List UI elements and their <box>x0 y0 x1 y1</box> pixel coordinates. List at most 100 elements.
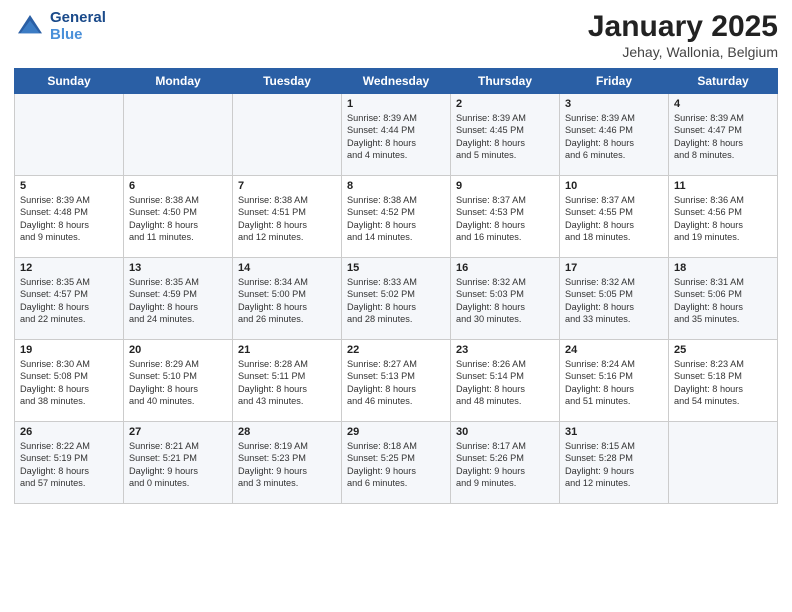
cell-content: Sunrise: 8:32 AM Sunset: 5:05 PM Dayligh… <box>565 276 663 326</box>
calendar-cell: 31 Sunrise: 8:15 AM Sunset: 5:28 PM Dayli… <box>560 422 669 504</box>
day-number: 11 <box>674 180 772 192</box>
calendar-cell: 16 Sunrise: 8:32 AM Sunset: 5:03 PM Dayli… <box>451 258 560 340</box>
week-row-2: 12Sunrise: 8:35 AM Sunset: 4:57 PM Dayli… <box>15 258 778 340</box>
calendar-subtitle: Jehay, Wallonia, Belgium <box>588 44 778 60</box>
title-block: January 2025 Jehay, Wallonia, Belgium <box>588 10 778 60</box>
day-number: 30 <box>456 426 554 438</box>
cell-content: Sunrise: 8:23 AM Sunset: 5:18 PM Dayligh… <box>674 358 772 408</box>
cell-content: Sunrise: 8:31 AM Sunset: 5:06 PM Dayligh… <box>674 276 772 326</box>
calendar-cell: 7Sunrise: 8:38 AM Sunset: 4:51 PM Daylig… <box>233 176 342 258</box>
calendar-cell: 8 Sunrise: 8:38 AM Sunset: 4:52 PM Daylig… <box>342 176 451 258</box>
cell-content: Sunrise: 8:35 AM Sunset: 4:59 PM Dayligh… <box>129 276 227 326</box>
day-number: 28 <box>238 426 336 438</box>
day-number: 10 <box>565 180 663 192</box>
cell-content: Sunrise: 8:18 AM Sunset: 5:25 PM Dayligh… <box>347 440 445 490</box>
cell-content: Sunrise: 8:19 AM Sunset: 5:23 PM Dayligh… <box>238 440 336 490</box>
day-number: 2 <box>456 98 554 110</box>
calendar-cell: 23Sunrise: 8:26 AM Sunset: 5:14 PM Dayli… <box>451 340 560 422</box>
calendar-cell: 12Sunrise: 8:35 AM Sunset: 4:57 PM Dayli… <box>15 258 124 340</box>
week-row-1: 5 Sunrise: 8:39 AM Sunset: 4:48 PM Daylig… <box>15 176 778 258</box>
calendar-cell: 20 Sunrise: 8:29 AM Sunset: 5:10 PM Dayli… <box>124 340 233 422</box>
day-number: 7 <box>238 180 336 192</box>
calendar-cell: 19 Sunrise: 8:30 AM Sunset: 5:08 PM Dayli… <box>15 340 124 422</box>
header-monday: Monday <box>124 69 233 94</box>
calendar-cell: 1 Sunrise: 8:39 AM Sunset: 4:44 PM Daylig… <box>342 94 451 176</box>
cell-content: Sunrise: 8:27 AM Sunset: 5:13 PM Dayligh… <box>347 358 445 408</box>
calendar-cell: 14 Sunrise: 8:34 AM Sunset: 5:00 PM Dayli… <box>233 258 342 340</box>
logo: General Blue <box>14 10 106 43</box>
cell-content: Sunrise: 8:39 AM Sunset: 4:46 PM Dayligh… <box>565 112 663 162</box>
day-number: 23 <box>456 344 554 356</box>
cell-content: Sunrise: 8:37 AM Sunset: 4:53 PM Dayligh… <box>456 194 554 244</box>
cell-content: Sunrise: 8:15 AM Sunset: 5:28 PM Dayligh… <box>565 440 663 490</box>
day-number: 31 <box>565 426 663 438</box>
calendar-cell: 18Sunrise: 8:31 AM Sunset: 5:06 PM Dayli… <box>669 258 778 340</box>
cell-content: Sunrise: 8:39 AM Sunset: 4:47 PM Dayligh… <box>674 112 772 162</box>
calendar-table: Sunday Monday Tuesday Wednesday Thursday… <box>14 68 778 504</box>
calendar-cell: 10Sunrise: 8:37 AM Sunset: 4:55 PM Dayli… <box>560 176 669 258</box>
day-number: 1 <box>347 98 445 110</box>
calendar-cell: 24 Sunrise: 8:24 AM Sunset: 5:16 PM Dayli… <box>560 340 669 422</box>
logo-text: General Blue <box>50 10 106 43</box>
day-number: 27 <box>129 426 227 438</box>
day-number: 14 <box>238 262 336 274</box>
calendar-cell <box>233 94 342 176</box>
cell-content: Sunrise: 8:24 AM Sunset: 5:16 PM Dayligh… <box>565 358 663 408</box>
cell-content: Sunrise: 8:17 AM Sunset: 5:26 PM Dayligh… <box>456 440 554 490</box>
cell-content: Sunrise: 8:39 AM Sunset: 4:48 PM Dayligh… <box>20 194 118 244</box>
day-number: 15 <box>347 262 445 274</box>
day-number: 9 <box>456 180 554 192</box>
day-number: 21 <box>238 344 336 356</box>
calendar-cell: 27 Sunrise: 8:21 AM Sunset: 5:21 PM Dayli… <box>124 422 233 504</box>
header-row: Sunday Monday Tuesday Wednesday Thursday… <box>15 69 778 94</box>
calendar-cell: 6 Sunrise: 8:38 AM Sunset: 4:50 PM Daylig… <box>124 176 233 258</box>
calendar-cell: 5 Sunrise: 8:39 AM Sunset: 4:48 PM Daylig… <box>15 176 124 258</box>
cell-content: Sunrise: 8:39 AM Sunset: 4:45 PM Dayligh… <box>456 112 554 162</box>
day-number: 13 <box>129 262 227 274</box>
calendar-cell: 21 Sunrise: 8:28 AM Sunset: 5:11 PM Dayli… <box>233 340 342 422</box>
cell-content: Sunrise: 8:38 AM Sunset: 4:52 PM Dayligh… <box>347 194 445 244</box>
cell-content: Sunrise: 8:21 AM Sunset: 5:21 PM Dayligh… <box>129 440 227 490</box>
page-container: General Blue January 2025 Jehay, Walloni… <box>0 0 792 612</box>
calendar-cell: 13 Sunrise: 8:35 AM Sunset: 4:59 PM Dayli… <box>124 258 233 340</box>
calendar-cell <box>124 94 233 176</box>
cell-content: Sunrise: 8:33 AM Sunset: 5:02 PM Dayligh… <box>347 276 445 326</box>
day-number: 20 <box>129 344 227 356</box>
day-number: 3 <box>565 98 663 110</box>
day-number: 5 <box>20 180 118 192</box>
cell-content: Sunrise: 8:32 AM Sunset: 5:03 PM Dayligh… <box>456 276 554 326</box>
week-row-4: 26 Sunrise: 8:22 AM Sunset: 5:19 PM Dayli… <box>15 422 778 504</box>
cell-content: Sunrise: 8:39 AM Sunset: 4:44 PM Dayligh… <box>347 112 445 162</box>
day-number: 16 <box>456 262 554 274</box>
cell-content: Sunrise: 8:30 AM Sunset: 5:08 PM Dayligh… <box>20 358 118 408</box>
header-friday: Friday <box>560 69 669 94</box>
calendar-cell: 28 Sunrise: 8:19 AM Sunset: 5:23 PM Dayli… <box>233 422 342 504</box>
day-number: 24 <box>565 344 663 356</box>
cell-content: Sunrise: 8:29 AM Sunset: 5:10 PM Dayligh… <box>129 358 227 408</box>
week-row-0: 1 Sunrise: 8:39 AM Sunset: 4:44 PM Daylig… <box>15 94 778 176</box>
cell-content: Sunrise: 8:28 AM Sunset: 5:11 PM Dayligh… <box>238 358 336 408</box>
cell-content: Sunrise: 8:22 AM Sunset: 5:19 PM Dayligh… <box>20 440 118 490</box>
cell-content: Sunrise: 8:36 AM Sunset: 4:56 PM Dayligh… <box>674 194 772 244</box>
logo-icon <box>14 11 46 43</box>
day-number: 6 <box>129 180 227 192</box>
calendar-cell: 3 Sunrise: 8:39 AM Sunset: 4:46 PM Daylig… <box>560 94 669 176</box>
calendar-cell: 25Sunrise: 8:23 AM Sunset: 5:18 PM Dayli… <box>669 340 778 422</box>
calendar-cell: 9 Sunrise: 8:37 AM Sunset: 4:53 PM Daylig… <box>451 176 560 258</box>
week-row-3: 19 Sunrise: 8:30 AM Sunset: 5:08 PM Dayli… <box>15 340 778 422</box>
cell-content: Sunrise: 8:34 AM Sunset: 5:00 PM Dayligh… <box>238 276 336 326</box>
cell-content: Sunrise: 8:38 AM Sunset: 4:50 PM Dayligh… <box>129 194 227 244</box>
day-number: 19 <box>20 344 118 356</box>
day-number: 29 <box>347 426 445 438</box>
calendar-cell <box>15 94 124 176</box>
day-number: 22 <box>347 344 445 356</box>
day-number: 8 <box>347 180 445 192</box>
calendar-title: January 2025 <box>588 10 778 44</box>
day-number: 12 <box>20 262 118 274</box>
calendar-header: Sunday Monday Tuesday Wednesday Thursday… <box>15 69 778 94</box>
day-number: 17 <box>565 262 663 274</box>
calendar-cell: 11 Sunrise: 8:36 AM Sunset: 4:56 PM Dayli… <box>669 176 778 258</box>
calendar-cell: 2 Sunrise: 8:39 AM Sunset: 4:45 PM Daylig… <box>451 94 560 176</box>
calendar-cell: 29 Sunrise: 8:18 AM Sunset: 5:25 PM Dayli… <box>342 422 451 504</box>
day-number: 26 <box>20 426 118 438</box>
